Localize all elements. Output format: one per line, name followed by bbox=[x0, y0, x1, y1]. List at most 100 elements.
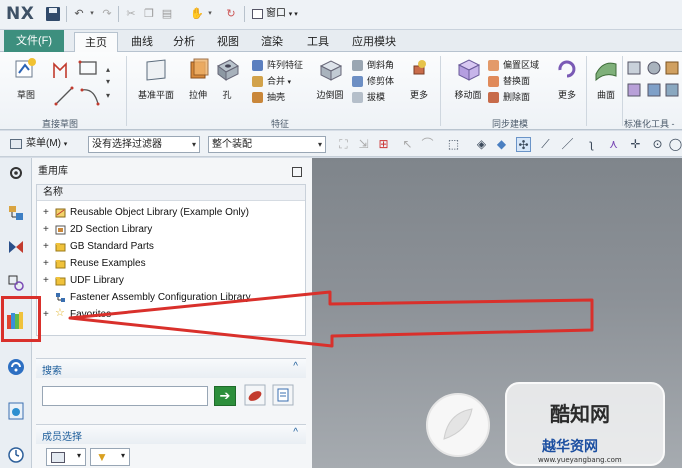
tree-item[interactable]: + Reuse Examples bbox=[37, 255, 305, 272]
tree-item[interactable]: + UDF Library bbox=[37, 272, 305, 289]
lasso-select-icon[interactable]: ⌒ bbox=[420, 137, 435, 152]
web-browser-icon[interactable] bbox=[7, 402, 25, 420]
ribbon-panel: 草图 ▴ ▾ ▾ 直接草图 基准平面 拉伸 孔 阵列特征 合并 ▾ 抽壳 边倒圆… bbox=[0, 52, 682, 130]
snap-point-icon[interactable]: ✣ bbox=[516, 137, 531, 152]
copy-icon[interactable]: ❐ bbox=[142, 7, 156, 21]
offset-region-button[interactable]: 偏置区域 bbox=[488, 58, 539, 72]
view-mode-dropdown[interactable]: ▾ bbox=[46, 448, 86, 466]
standard-tools-icons[interactable] bbox=[626, 58, 680, 102]
expand-icon[interactable]: + bbox=[43, 272, 49, 289]
solid-select-icon[interactable]: ◈ bbox=[474, 137, 489, 152]
tree-item[interactable]: + GB Standard Parts bbox=[37, 238, 305, 255]
deselect-icon[interactable]: ⛶ bbox=[336, 137, 351, 152]
member-select-section-header[interactable]: 成员选择 ^ bbox=[36, 424, 306, 444]
save-icon[interactable] bbox=[46, 7, 60, 21]
sketch-button[interactable]: 草图 bbox=[8, 56, 44, 101]
menu-icon bbox=[10, 139, 22, 149]
assembly-scope-dropdown[interactable]: 整个装配 ▾ bbox=[208, 136, 326, 153]
expand-icon[interactable]: + bbox=[43, 306, 49, 323]
delete-face-button[interactable]: 删除面 bbox=[488, 90, 530, 104]
replace-face-button[interactable]: 替换面 bbox=[488, 74, 530, 88]
tab-curve[interactable]: 曲线 bbox=[124, 32, 160, 52]
sketch-tools-icons[interactable]: ▴ ▾ ▾ bbox=[50, 58, 112, 110]
search-part-icon[interactable] bbox=[244, 384, 266, 406]
search-section-header[interactable]: 搜索 ^ bbox=[36, 358, 306, 378]
select-method-icon[interactable]: ⊞ bbox=[376, 137, 391, 152]
tree-item-label: Favorites bbox=[70, 309, 112, 320]
expand-icon[interactable]: + bbox=[43, 221, 49, 238]
nx-logo: NX bbox=[6, 4, 35, 24]
diagonal-line-icon[interactable]: ／ bbox=[560, 137, 575, 152]
intersection-icon[interactable]: ✛ bbox=[628, 137, 643, 152]
chamfer-button[interactable]: 倒斜角 bbox=[352, 58, 394, 72]
search-input[interactable] bbox=[42, 386, 208, 406]
edge-blend-label: 边倒圆 bbox=[316, 90, 344, 100]
line-select-icon[interactable]: ⟋ bbox=[538, 137, 553, 152]
expand-icon[interactable]: + bbox=[43, 204, 49, 221]
move-face-button[interactable]: 移动面 bbox=[448, 56, 488, 101]
tab-file[interactable]: 文件(F) bbox=[4, 30, 64, 52]
tab-applications[interactable]: 应用模块 bbox=[344, 32, 404, 52]
constraint-navigator-icon[interactable] bbox=[7, 238, 25, 256]
selection-filter-value: 没有选择过滤器 bbox=[92, 139, 162, 150]
vertex-select-icon[interactable]: ⋏ bbox=[606, 137, 621, 152]
column-header: 名称 bbox=[37, 185, 305, 201]
selection-filter-dropdown[interactable]: 没有选择过滤器 ▾ bbox=[88, 136, 200, 153]
cut-icon[interactable]: ✂ bbox=[124, 7, 138, 21]
tree-item[interactable]: + ☆ Favorites bbox=[37, 306, 305, 323]
feature-more-button[interactable]: 更多 bbox=[404, 56, 434, 101]
draft-button[interactable]: 拔模 bbox=[352, 90, 385, 104]
watermark-logo bbox=[426, 393, 490, 457]
unite-button[interactable]: 合并 ▾ bbox=[252, 74, 291, 88]
hd3d-tools-icon[interactable] bbox=[7, 358, 25, 376]
pattern-feature-button[interactable]: 阵列特征 bbox=[252, 58, 303, 72]
library-tree: 名称 + Reusable Object Library (Example On… bbox=[36, 184, 306, 336]
tab-tools[interactable]: 工具 bbox=[300, 32, 336, 52]
menu-button[interactable]: 菜单(M) ▾ bbox=[10, 136, 67, 153]
search-list-icon[interactable] bbox=[272, 384, 294, 406]
surface-button[interactable]: 曲面 bbox=[590, 56, 622, 101]
search-go-button[interactable]: ➔ bbox=[214, 386, 236, 406]
tab-view[interactable]: 视图 bbox=[210, 32, 246, 52]
tab-analysis[interactable]: 分析 bbox=[166, 32, 202, 52]
circle-select-icon[interactable]: ◯ bbox=[668, 137, 682, 152]
redo-icon[interactable]: ↷ bbox=[100, 7, 114, 21]
undo-icon[interactable]: ↶ bbox=[72, 7, 86, 21]
hole-button[interactable]: 孔 bbox=[212, 56, 242, 101]
gear-icon[interactable] bbox=[7, 164, 25, 182]
expand-icon[interactable]: + bbox=[43, 238, 49, 255]
divider bbox=[118, 6, 119, 22]
part-navigator-icon[interactable] bbox=[7, 274, 25, 292]
tab-home[interactable]: 主页 bbox=[74, 32, 118, 53]
paste-icon[interactable]: ▤ bbox=[160, 7, 174, 21]
tree-item[interactable]: Fastener Assembly Configuration Library bbox=[37, 289, 305, 306]
tree-item[interactable]: + 2D Section Library bbox=[37, 221, 305, 238]
shell-button[interactable]: 抽壳 bbox=[252, 90, 285, 104]
curve-select-icon[interactable]: ʅ bbox=[584, 137, 599, 152]
sync-more-button[interactable]: 更多 bbox=[552, 56, 582, 101]
edge-blend-button[interactable]: 边倒圆 bbox=[310, 56, 350, 101]
arrow-select-icon[interactable]: ↖ bbox=[400, 137, 415, 152]
tab-render[interactable]: 渲染 bbox=[254, 32, 290, 52]
expand-icon[interactable]: + bbox=[43, 255, 49, 272]
history-icon[interactable] bbox=[7, 446, 25, 464]
trim-body-button[interactable]: 修剪体 bbox=[352, 74, 394, 88]
center-point-icon[interactable]: ⊙ bbox=[650, 137, 665, 152]
undo-dropdown-icon[interactable]: ▾ bbox=[88, 7, 96, 21]
filter-dropdown[interactable]: ▼ ▾ bbox=[90, 448, 130, 466]
touch-dropdown-icon[interactable]: ▾ bbox=[206, 7, 214, 21]
restore-icon[interactable] bbox=[292, 167, 302, 177]
assembly-navigator-icon[interactable] bbox=[7, 204, 25, 222]
rectangle-select-icon[interactable]: ⬚ bbox=[446, 137, 461, 152]
divider bbox=[66, 6, 67, 22]
general-select-icon[interactable]: ⇲ bbox=[356, 137, 371, 152]
datum-plane-button[interactable]: 基准平面 bbox=[134, 56, 178, 101]
face-select-icon[interactable]: ◆ bbox=[494, 137, 509, 152]
touch-mode-icon[interactable]: ✋ bbox=[190, 7, 204, 21]
repeat-command-icon[interactable]: ↻ bbox=[224, 7, 238, 21]
tree-item[interactable]: + Reusable Object Library (Example Only) bbox=[37, 204, 305, 221]
chevron-down-icon: ▾ ▾ bbox=[288, 11, 298, 18]
sketch-group-label: 直接草图 bbox=[41, 119, 78, 129]
fastener-config-icon bbox=[56, 293, 65, 302]
window-menu[interactable]: 窗口 ▾ ▾ bbox=[252, 6, 298, 22]
